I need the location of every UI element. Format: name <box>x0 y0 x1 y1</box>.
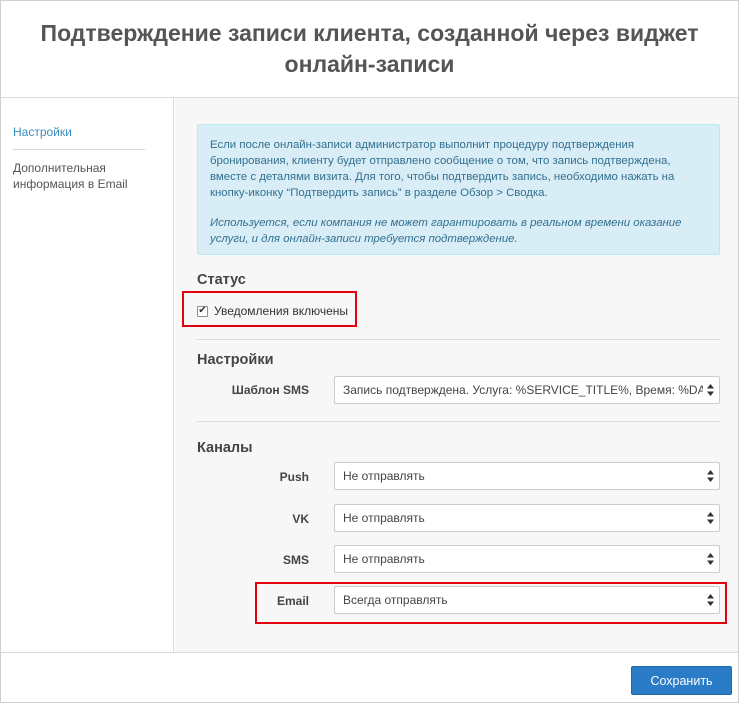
vk-channel-value: Не отправлять <box>343 511 425 525</box>
sms-channel-select[interactable]: Не отправлять <box>334 545 720 573</box>
modal-title: Подтверждение записи клиента, созданной … <box>40 20 699 77</box>
channel-label-vk: VK <box>292 512 309 526</box>
divider <box>197 339 720 340</box>
select-arrows-icon <box>707 512 714 524</box>
push-channel-select[interactable]: Не отправлять <box>334 462 720 490</box>
sidebar-item-email-info[interactable]: Дополнительная информация в Email <box>13 160 145 192</box>
modal-footer: Сохранить <box>1 652 738 702</box>
sms-channel-value: Не отправлять <box>343 552 425 566</box>
sidebar-item-settings[interactable]: Настройки <box>13 124 145 150</box>
settings-section-title: Настройки <box>197 352 274 368</box>
vk-channel-select[interactable]: Не отправлять <box>334 504 720 532</box>
select-arrows-icon <box>707 384 714 396</box>
sms-template-label: Шаблон SMS <box>231 383 309 397</box>
main-content: Если после онлайн-записи администратор в… <box>175 98 738 652</box>
modal-header: Подтверждение записи клиента, созданной … <box>1 1 738 98</box>
sidebar: Настройки Дополнительная информация в Em… <box>1 98 174 652</box>
select-arrows-icon <box>707 553 714 565</box>
channels-section-title: Каналы <box>197 440 253 456</box>
status-section-title: Статус <box>197 272 246 288</box>
divider <box>197 421 720 422</box>
highlight-box-status <box>182 291 357 327</box>
info-alert: Если после онлайн-записи администратор в… <box>197 124 720 255</box>
modal-dialog: Подтверждение записи клиента, созданной … <box>0 0 739 703</box>
push-channel-value: Не отправлять <box>343 469 425 483</box>
channel-label-sms: SMS <box>282 553 309 567</box>
sms-template-input[interactable]: Запись подтверждена. Услуга: %SERVICE_TI… <box>334 376 720 404</box>
info-text: Если после онлайн-записи администратор в… <box>210 139 675 199</box>
info-note: Используется, если компания не может гар… <box>210 217 682 245</box>
save-button[interactable]: Сохранить <box>631 666 732 695</box>
sms-template-value: Запись подтверждена. Услуга: %SERVICE_TI… <box>343 383 703 397</box>
highlight-box-email <box>255 582 727 624</box>
select-arrows-icon <box>707 470 714 482</box>
channel-label-push: Push <box>279 470 309 484</box>
